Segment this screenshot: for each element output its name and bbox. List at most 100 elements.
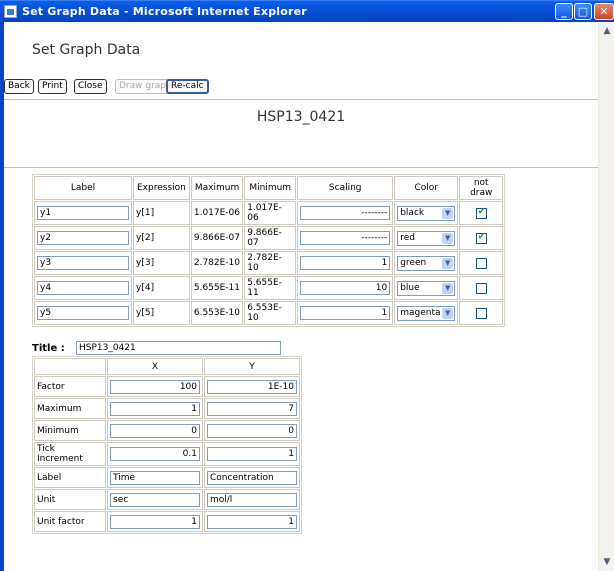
series-color-cell: magenta ▼ [394,301,459,325]
not-draw-checkbox[interactable] [475,282,487,294]
maximize-button[interactable]: □ [574,3,592,20]
series-color-select[interactable]: red ▼ [397,230,456,246]
axis-y-cell: 1 [204,442,300,466]
series-scaling-input[interactable]: 10 [300,281,391,295]
axis-row: Factor 100 1E-10 [34,376,300,397]
series-expression: y[2] [133,226,190,250]
axis-x-input[interactable]: 1 [110,514,200,529]
not-draw-checkbox[interactable] [475,257,487,269]
series-color-select[interactable]: magenta ▼ [397,305,456,321]
axis-y-cell: 0 [204,420,300,441]
series-maximum: 9.866E-07 [190,226,244,250]
series-label-input[interactable]: y4 [37,281,129,295]
back-button[interactable]: Back [4,79,34,94]
series-minimum: 1.017E-06 [244,201,297,225]
series-label-cell: y5 [34,301,132,325]
close-button[interactable]: Close [74,79,107,94]
scroll-down-arrow-icon[interactable]: ▼ [600,555,614,569]
series-scaling-cell: 1 [297,251,394,275]
series-maximum: 5.655E-11 [190,276,244,300]
series-label-input[interactable]: y5 [37,306,129,320]
axis-y-cell: 1E-10 [204,376,300,397]
scroll-up-arrow-icon[interactable]: ▲ [600,24,614,38]
series-color-value: green [400,257,427,268]
col-header: Expression [133,176,190,200]
series-color-cell: red ▼ [394,226,459,250]
series-maximum: 1.017E-06 [190,201,244,225]
series-expression: y[1] [133,201,190,225]
ie-icon [4,5,17,18]
axis-y-input[interactable]: Concentration [207,470,297,485]
col-header: not draw [459,176,504,200]
axis-x-cell: 100 [107,376,203,397]
axis-x-input[interactable]: 0.1 [110,447,200,461]
axis-y-input[interactable]: 1 [207,447,297,461]
axis-row-label: Factor [34,376,106,397]
series-minimum: 2.782E-10 [244,251,297,275]
axis-x-input[interactable]: 100 [110,379,200,394]
series-row: y4 y[4] 5.655E-11 5.655E-11 10 blue ▼ [34,276,504,300]
axis-y-input[interactable]: 1E-10 [207,379,297,394]
axis-row: Maximum 1 7 [34,398,300,419]
series-row: y2 y[2] 9.866E-07 9.866E-07 -------- red ▼ [34,226,504,250]
axis-x-cell: 0 [107,420,203,441]
axis-y-input[interactable]: 0 [207,423,297,438]
col-header: Label [34,176,132,200]
axis-row-label: Minimum [34,420,106,441]
graph-title-label: Title : [32,343,65,354]
series-label-cell: y4 [34,276,132,300]
axis-row: Minimum 0 0 [34,420,300,441]
series-label-input[interactable]: y1 [37,206,129,220]
page-content: Set Graph Data Back Print Close Draw gra… [4,22,598,571]
series-expression: y[5] [133,301,190,325]
axis-y-input[interactable]: 1 [207,514,297,529]
not-draw-checkbox[interactable] [475,232,487,244]
series-notdraw-cell [459,251,504,275]
axis-row-label: Maximum [34,398,106,419]
series-label-input[interactable]: y2 [37,231,129,245]
col-header: Color [394,176,459,200]
series-color-select[interactable]: black ▼ [397,205,456,221]
close-window-button[interactable]: ✕ [594,3,614,20]
axis-y-input[interactable]: mol/l [207,492,297,507]
dropdown-arrow-icon: ▼ [442,257,454,269]
series-notdraw-cell [459,276,504,300]
axis-x-cell: 1 [107,398,203,419]
series-scaling-input[interactable]: 1 [300,256,391,270]
series-color-value: blue [400,282,420,293]
axis-x-input[interactable]: 0 [110,423,200,438]
series-maximum: 2.782E-10 [190,251,244,275]
axis-row-label: Tick Increment [34,442,106,466]
axis-row: Unit factor 1 1 [34,511,300,532]
series-scaling-input[interactable]: -------- [300,231,391,245]
series-label-input[interactable]: y3 [37,256,129,270]
series-scaling-input[interactable]: -------- [300,206,391,220]
graph-title-input[interactable]: HSP13_0421 [76,341,281,355]
axis-x-input[interactable]: Time [110,470,200,485]
series-color-value: black [400,207,425,218]
axis-y-input[interactable]: 7 [207,401,297,416]
window-title-bar[interactable]: Set Graph Data - Microsoft Internet Expl… [0,0,614,22]
minimize-button[interactable]: _ [555,3,573,20]
axis-col-header: X [107,358,203,375]
axis-col-header: Y [204,358,300,375]
col-header: Maximum [190,176,244,200]
series-scaling-input[interactable]: 1 [300,306,391,320]
not-draw-checkbox[interactable] [475,307,487,319]
axis-row: Label Time Concentration [34,467,300,488]
series-row: y1 y[1] 1.017E-06 1.017E-06 -------- black ▼ [34,201,504,225]
print-button[interactable]: Print [38,79,67,94]
series-color-cell: green ▼ [394,251,459,275]
vertical-scrollbar[interactable]: ▲ ▼ [598,22,614,571]
series-color-select[interactable]: blue ▼ [397,280,456,296]
recalc-button[interactable]: Re-calc [166,79,209,94]
series-color-select[interactable]: green ▼ [397,255,456,271]
axis-x-input[interactable]: sec [110,492,200,507]
axis-x-input[interactable]: 1 [110,401,200,416]
axis-y-cell: Concentration [204,467,300,488]
window-title: Set Graph Data - Microsoft Internet Expl… [22,5,307,18]
not-draw-checkbox[interactable] [475,207,487,219]
axis-col-header [34,358,106,375]
axis-x-cell: 1 [107,511,203,532]
series-scaling-cell: -------- [297,226,394,250]
